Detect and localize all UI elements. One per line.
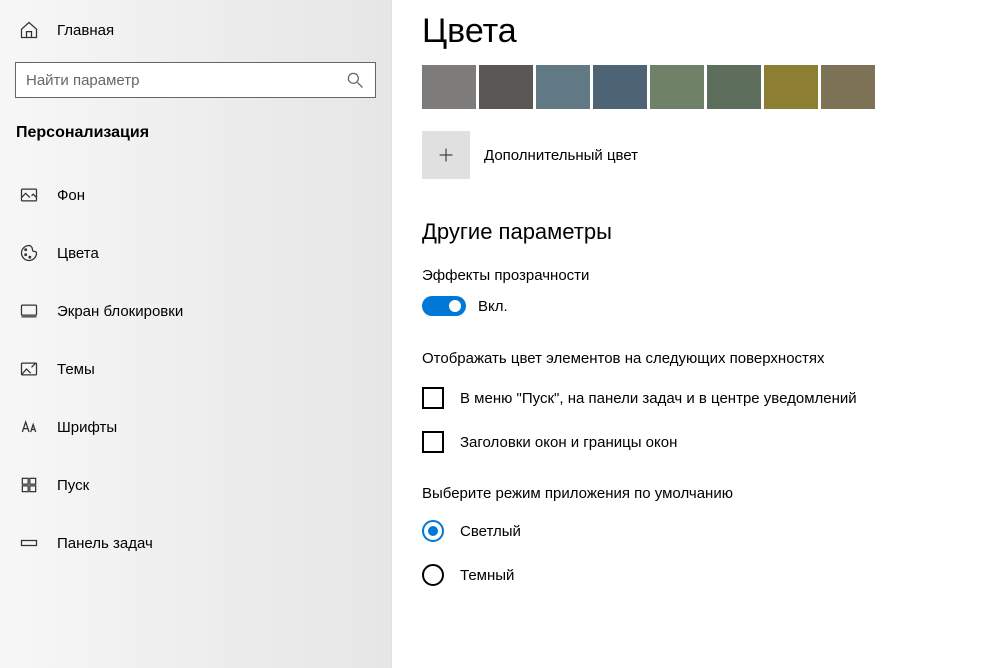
checkbox-titlebars[interactable]: Заголовки окон и границы окон <box>422 431 1002 453</box>
nav-item-background[interactable]: Фон <box>15 172 376 218</box>
color-swatch-row <box>422 65 1002 109</box>
transparency-toggle-row: Вкл. <box>422 296 1002 316</box>
section-title: Персонализация <box>16 124 376 142</box>
nav-item-themes[interactable]: Темы <box>15 346 376 392</box>
nav-item-taskbar[interactable]: Панель задач <box>15 520 376 566</box>
other-params-header: Другие параметры <box>422 219 1002 245</box>
search-box[interactable] <box>15 62 376 98</box>
color-swatch[interactable] <box>593 65 647 109</box>
nav-item-start[interactable]: Пуск <box>15 462 376 508</box>
home-link[interactable]: Главная <box>19 20 376 40</box>
app-mode-radio[interactable]: Темный <box>422 564 1002 586</box>
themes-icon <box>19 359 39 379</box>
nav-item-label: Пуск <box>57 477 89 494</box>
color-swatch[interactable] <box>479 65 533 109</box>
checkbox-label: Заголовки окон и границы окон <box>460 434 677 451</box>
toggle-knob <box>449 300 461 312</box>
toggle-state-label: Вкл. <box>478 298 508 315</box>
radio-icon <box>422 564 444 586</box>
radio-label: Темный <box>460 567 514 584</box>
start-icon <box>19 475 39 495</box>
main-panel: Цвета Дополнительный цвет Другие парамет… <box>392 0 1002 668</box>
color-swatch[interactable] <box>536 65 590 109</box>
checkbox-icon <box>422 387 444 409</box>
home-icon <box>19 20 39 40</box>
taskbar-icon <box>19 533 39 553</box>
nav-item-label: Цвета <box>57 245 99 262</box>
transparency-toggle[interactable] <box>422 296 466 316</box>
custom-color-button[interactable]: Дополнительный цвет <box>422 131 1002 179</box>
app-mode-radio[interactable]: Светлый <box>422 520 1002 542</box>
colors-icon <box>19 243 39 263</box>
nav-item-label: Экран блокировки <box>57 303 183 320</box>
color-swatch[interactable] <box>422 65 476 109</box>
nav-item-label: Темы <box>57 361 95 378</box>
plus-icon <box>422 131 470 179</box>
background-icon <box>19 185 39 205</box>
nav-item-colors[interactable]: Цвета <box>15 230 376 276</box>
radio-label: Светлый <box>460 523 521 540</box>
surfaces-header: Отображать цвет элементов на следующих п… <box>422 350 1002 367</box>
search-input[interactable] <box>26 72 345 89</box>
color-swatch[interactable] <box>821 65 875 109</box>
lockscreen-icon <box>19 301 39 321</box>
nav-item-fonts[interactable]: Шрифты <box>15 404 376 450</box>
custom-color-label: Дополнительный цвет <box>484 147 638 164</box>
transparency-label: Эффекты прозрачности <box>422 267 1002 284</box>
checkbox-label: В меню "Пуск", на панели задач и в центр… <box>460 390 857 407</box>
fonts-icon <box>19 417 39 437</box>
color-swatch[interactable] <box>764 65 818 109</box>
checkbox-start-taskbar[interactable]: В меню "Пуск", на панели задач и в центр… <box>422 387 1002 409</box>
app-mode-header: Выберите режим приложения по умолчанию <box>422 485 1002 502</box>
nav-item-label: Панель задач <box>57 535 153 552</box>
search-icon <box>345 70 365 90</box>
color-swatch[interactable] <box>650 65 704 109</box>
nav-item-lockscreen[interactable]: Экран блокировки <box>15 288 376 334</box>
home-label: Главная <box>57 22 114 39</box>
page-title: Цвета <box>422 12 1002 51</box>
nav-item-label: Шрифты <box>57 419 117 436</box>
color-swatch[interactable] <box>707 65 761 109</box>
checkbox-icon <box>422 431 444 453</box>
nav-item-label: Фон <box>57 187 85 204</box>
sidebar: Главная Персонализация Фон Цвета Экран б… <box>0 0 392 668</box>
radio-icon <box>422 520 444 542</box>
